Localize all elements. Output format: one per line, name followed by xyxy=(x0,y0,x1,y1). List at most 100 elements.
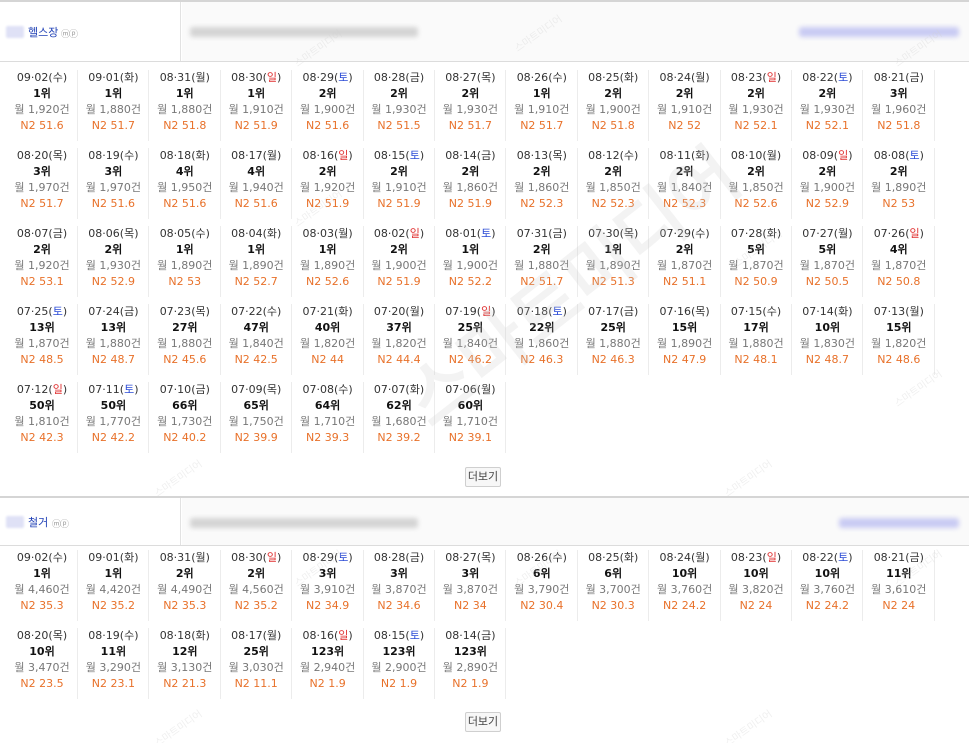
cell-weekday: 월 xyxy=(266,629,277,642)
rank-cell: 08·24(월) 10위 월 3,760건 N2 24.2 xyxy=(650,550,721,621)
cell-weekday: 목 xyxy=(552,149,563,162)
blurred-url[interactable] xyxy=(190,518,418,528)
cell-rank: 2위 xyxy=(318,165,337,178)
more-button[interactable]: 더보기 xyxy=(465,712,501,732)
rank-cell: 08·28(금) 2위 월 1,930건 N2 51.5 xyxy=(364,70,435,141)
cell-rank: 5위 xyxy=(747,243,765,256)
blurred-link[interactable] xyxy=(799,27,959,37)
rank-cell: 08·29(토) 2위 월 1,900건 N2 51.6 xyxy=(293,70,364,141)
cell-weekday: 화 xyxy=(695,149,706,162)
cell-day: 08·31 xyxy=(159,71,192,84)
cell-n2-score: N2 35.2 xyxy=(234,599,278,612)
cell-rank: 2위 xyxy=(318,87,337,100)
cell-weekday: 월 xyxy=(909,305,920,318)
cell-date: 08·15(토) xyxy=(373,149,425,162)
cell-volume: 월 1,860건 xyxy=(514,337,570,350)
rank-cell: 07·09(목) 65위 월 1,750건 N2 39.9 xyxy=(221,382,293,453)
cell-volume: 월 1,930건 xyxy=(442,103,498,116)
cell-date: 07·24(금) xyxy=(88,305,139,318)
rank-cell: 08·05(수) 1위 월 1,890건 N2 53 xyxy=(150,226,221,297)
cell-weekday: 월 xyxy=(195,71,206,84)
cell-day: 07·06 xyxy=(445,383,477,396)
keyword-link[interactable]: 헬스장 xyxy=(28,24,58,40)
cell-day: 08·14 xyxy=(445,149,477,162)
cell-date: 07·26(일) xyxy=(873,227,924,240)
cell-date: 08·09(일) xyxy=(802,149,853,162)
blurred-link[interactable] xyxy=(839,518,959,528)
cell-rank: 2위 xyxy=(675,87,694,100)
blurred-url[interactable] xyxy=(190,27,418,37)
cell-day: 07·22 xyxy=(231,305,263,318)
rank-cell: 08·22(토) 10위 월 3,760건 N2 24.2 xyxy=(792,550,864,621)
cell-date: 09·01(화) xyxy=(88,551,139,564)
cell-date: 08·25(화) xyxy=(588,71,639,84)
cell-volume: 월 1,710건 xyxy=(442,415,498,428)
cell-day: 08·27 xyxy=(445,71,477,84)
cell-weekday: 토 xyxy=(409,629,420,642)
rank-cell: 08·30(일) 1위 월 1,910건 N2 51.9 xyxy=(221,70,293,141)
rank-cell: 07·26(일) 4위 월 1,870건 N2 50.8 xyxy=(864,226,935,297)
cell-rank: 2위 xyxy=(604,87,623,100)
cell-day: 07·15 xyxy=(730,305,763,318)
cell-date: 08·11(화) xyxy=(659,149,710,162)
cell-weekday: 일 xyxy=(266,71,277,84)
cell-weekday: 토 xyxy=(338,551,349,564)
cell-date: 08·30(일) xyxy=(231,71,282,84)
cell-n2-score: N2 51.1 xyxy=(662,275,707,288)
rank-cell: 08·18(화) 4위 월 1,950건 N2 51.6 xyxy=(150,148,221,219)
rank-cell: 08·11(화) 2위 월 1,840건 N2 52.3 xyxy=(650,148,721,219)
cell-rank: 3위 xyxy=(104,165,123,178)
cell-volume: 월 1,880건 xyxy=(514,259,570,272)
cell-rank: 1위 xyxy=(318,243,337,256)
cell-day: 07·12 xyxy=(16,383,49,396)
cell-day: 07·16 xyxy=(659,305,691,318)
cell-n2-score: N2 51.8 xyxy=(163,119,207,132)
cell-volume: 월 1,820건 xyxy=(871,337,927,350)
cell-n2-score: N2 1.9 xyxy=(380,677,418,690)
cell-day: 08·28 xyxy=(373,551,406,564)
more-button[interactable]: 더보기 xyxy=(465,467,501,487)
cell-n2-score: N2 51.8 xyxy=(591,119,635,132)
cell-day: 09·02 xyxy=(16,551,49,564)
cell-rank: 10위 xyxy=(814,321,841,334)
cell-n2-score: N2 51.6 xyxy=(20,119,64,132)
cell-day: 08·14 xyxy=(445,629,477,642)
cell-date: 08·12(수) xyxy=(588,149,639,162)
cell-volume: 월 1,950건 xyxy=(157,181,213,194)
rank-cell: 07·08(수) 64위 월 1,710건 N2 39.3 xyxy=(293,382,364,453)
cell-weekday: 화 xyxy=(195,629,206,642)
cell-day: 08·08 xyxy=(873,149,906,162)
cell-date: 08·23(일) xyxy=(730,71,782,84)
cell-day: 08·26 xyxy=(516,71,549,84)
rank-cell: 08·10(월) 2위 월 1,850건 N2 52.6 xyxy=(721,148,792,219)
cell-date: 08·22(토) xyxy=(802,551,853,564)
cell-rank: 5위 xyxy=(818,243,837,256)
cell-day: 07·28 xyxy=(730,227,763,240)
rank-cell: 07·16(목) 15위 월 1,890건 N2 47.9 xyxy=(650,304,721,375)
cell-day: 08·23 xyxy=(730,551,763,564)
cell-weekday: 수 xyxy=(623,149,634,162)
keyword-link[interactable]: 철거 xyxy=(28,514,48,530)
cell-n2-score: N2 51.6 xyxy=(163,197,207,210)
cell-volume: 월 1,830건 xyxy=(799,337,855,350)
keyword-header: 철거 ⓜⓟ xyxy=(0,496,969,546)
cell-volume: 월 1,890건 xyxy=(656,337,713,350)
cell-weekday: 수 xyxy=(552,551,563,564)
cell-day: 07·24 xyxy=(88,305,120,318)
cell-rank: 3위 xyxy=(318,567,337,580)
rank-cell: 08·03(월) 1위 월 1,890건 N2 52.6 xyxy=(293,226,364,297)
cell-weekday: 토 xyxy=(909,149,920,162)
cell-volume: 월 4,490건 xyxy=(157,583,213,596)
cell-weekday: 일 xyxy=(52,383,63,396)
cell-weekday: 토 xyxy=(838,551,849,564)
cell-date: 07·07(화) xyxy=(373,383,425,396)
cell-day: 07·17 xyxy=(588,305,620,318)
cell-date: 08·17(월) xyxy=(231,149,282,162)
cell-date: 07·25(토) xyxy=(16,305,68,318)
cell-volume: 월 1,770건 xyxy=(85,415,141,428)
rank-cell: 08·09(일) 2위 월 1,900건 N2 52.9 xyxy=(792,148,864,219)
cell-weekday: 화 xyxy=(623,71,634,84)
cell-volume: 월 3,790건 xyxy=(514,583,570,596)
cell-day: 08·11 xyxy=(659,149,691,162)
cell-date: 07·20(월) xyxy=(373,305,425,318)
